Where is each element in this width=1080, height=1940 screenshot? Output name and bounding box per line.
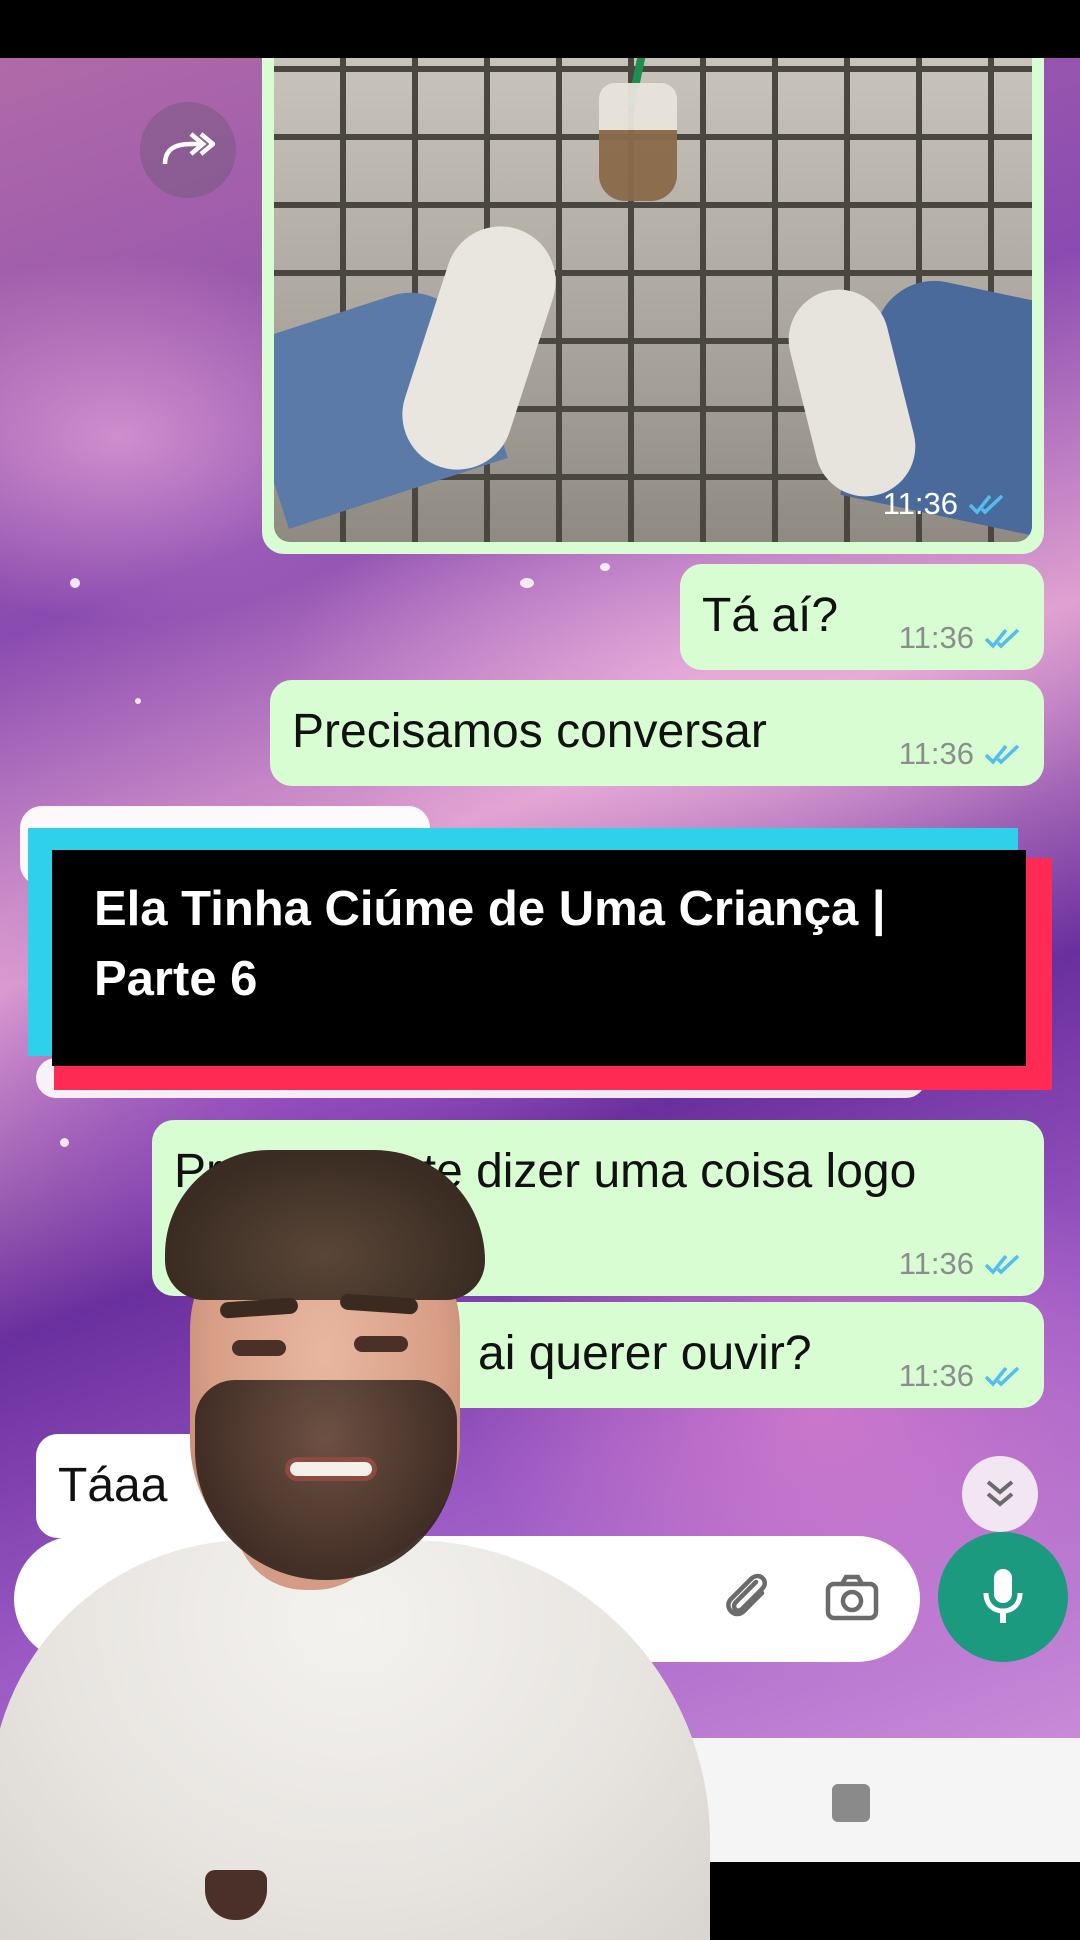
sparkle <box>70 578 80 588</box>
message-bubble-out[interactable]: Tá aí? 11:36 <box>680 564 1044 670</box>
message-text: Tá aí? <box>702 589 839 642</box>
double-check-icon <box>984 744 1020 765</box>
message-meta: 11:36 <box>899 1246 1024 1282</box>
microphone-button[interactable] <box>938 1532 1068 1662</box>
sparkle <box>135 698 141 704</box>
message-meta: 11:36 <box>899 620 1024 656</box>
bottom-black-bar <box>704 1862 1080 1920</box>
chevron-double-down-icon <box>986 1480 1014 1507</box>
photo-coffee-cup <box>599 83 677 201</box>
message-text: Táaa <box>58 1459 168 1512</box>
presenter-eye-left <box>232 1340 286 1356</box>
sparkle <box>520 578 534 588</box>
message-meta: 11:36 <box>899 736 1024 772</box>
presenter-mouth <box>285 1457 377 1481</box>
video-title-card: Ela Tinha Ciúme de Uma Criança | Parte 6 <box>28 828 1052 1090</box>
double-check-icon <box>968 494 1004 515</box>
message-time: 11:36 <box>898 620 974 655</box>
message-time: 11:36 <box>898 736 974 771</box>
double-check-icon <box>984 1366 1020 1387</box>
forward-icon <box>162 132 215 165</box>
photo-time-text: 11:36 <box>882 486 958 521</box>
paperclip-icon[interactable] <box>718 1568 778 1628</box>
sparkle <box>600 563 610 571</box>
double-check-icon <box>984 1254 1020 1275</box>
presenter-hair <box>165 1150 485 1300</box>
scroll-to-bottom-button[interactable] <box>962 1456 1038 1532</box>
top-black-bar <box>0 0 1080 58</box>
photo-message-bubble[interactable]: 11:36 <box>262 58 1044 554</box>
message-bubble-out[interactable]: ai querer ouvir? 11:36 <box>430 1302 1044 1408</box>
message-text-tail: te dizer uma coisa logo <box>422 1145 917 1198</box>
presenter-eye-right <box>354 1336 408 1352</box>
message-time: 11:36 <box>898 1358 974 1393</box>
message-text: ai querer ouvir? <box>478 1327 812 1380</box>
message-meta: 11:36 <box>899 1358 1024 1394</box>
double-check-icon <box>984 628 1020 649</box>
microphone-icon <box>983 1569 1023 1623</box>
message-bubble-out[interactable]: Precisamos conversar 11:36 <box>270 680 1044 786</box>
photo-shoes-on-pavement[interactable]: 11:36 <box>274 58 1032 542</box>
forward-button[interactable] <box>140 102 236 198</box>
camera-icon[interactable] <box>822 1568 882 1628</box>
message-text: Precisamos conversar <box>292 705 767 758</box>
message-time: 11:36 <box>898 1246 974 1281</box>
sparkle <box>60 1138 69 1147</box>
photo-timestamp: 11:36 <box>883 486 1008 522</box>
square-icon[interactable] <box>832 1784 870 1822</box>
video-title: Ela Tinha Ciúme de Uma Criança | Parte 6 <box>52 850 1026 1066</box>
